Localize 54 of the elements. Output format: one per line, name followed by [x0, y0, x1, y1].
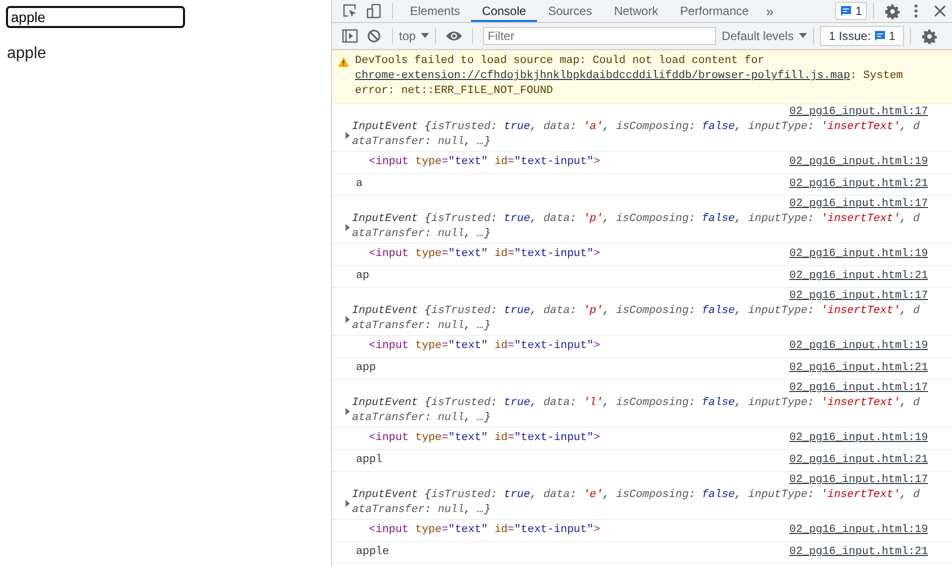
element-node[interactable]: <input type="text" id="text-input">: [369, 247, 600, 262]
element-node[interactable]: <input type="text" id="text-input">: [369, 155, 600, 170]
log-text: app: [356, 361, 376, 376]
panel-tab[interactable]: Performance: [669, 0, 760, 22]
more-tabs-button[interactable]: »: [760, 3, 780, 19]
output-text: apple: [7, 45, 48, 63]
expand-caret-icon[interactable]: [343, 314, 352, 324]
object-preview: InputEvent {isTrusted: true, data: 'p', isComposing: false, inputType: 'insertText', dataTransfer: null, …}: [352, 304, 920, 334]
source-link[interactable]: 02_pg16_input.html:21: [789, 269, 928, 284]
expand-caret-icon[interactable]: [343, 130, 352, 140]
source-link[interactable]: 02_pg16_input.html:19: [789, 431, 928, 446]
warning-message: DevTools failed to load source map: Could not load content for chrome-extension://cfhdojbkjhnklbpkdaibdccddilifddb/browser-polyfill.js.map: System error: net::ERR_FILE_NOT_FOUND: [355, 54, 904, 99]
caret-icon: [798, 33, 807, 39]
source-link[interactable]: 02_pg16_input.html:19: [789, 247, 928, 262]
text-input-field[interactable]: apple: [7, 7, 184, 27]
warning-icon: [338, 57, 349, 67]
object-preview: InputEvent {isTrusted: true, data: 'l', isComposing: false, inputType: 'insertText', dataTransfer: null, …}: [352, 396, 920, 426]
source-link[interactable]: 02_pg16_input.html:21: [789, 177, 928, 192]
source-link[interactable]: 02_pg16_input.html:21: [789, 361, 928, 376]
element-node[interactable]: <input type="text" id="text-input">: [369, 339, 600, 354]
source-link[interactable]: 02_pg16_input.html:21: [789, 453, 928, 468]
message-icon: [874, 30, 886, 42]
expand-caret-icon[interactable]: [343, 406, 352, 416]
element-node[interactable]: <input type="text" id="text-input">: [369, 523, 600, 538]
source-link[interactable]: 02_pg16_input.html:17: [789, 381, 928, 396]
panel-tab[interactable]: Network: [603, 0, 670, 22]
object-preview: InputEvent {isTrusted: true, data: 'e', isComposing: false, inputType: 'insertText', dataTransfer: null, …}: [352, 488, 920, 518]
caret-icon: [420, 33, 429, 39]
source-link[interactable]: 02_pg16_input.html:17: [789, 197, 928, 212]
context-dropdown[interactable]: top: [399, 29, 429, 43]
source-link[interactable]: 02_pg16_input.html:21: [789, 545, 928, 560]
source-link[interactable]: 02_pg16_input.html:19: [789, 523, 928, 538]
issues-button[interactable]: 1 Issue: 1: [820, 26, 904, 46]
filter-field[interactable]: Filter: [482, 27, 716, 45]
issues-badge[interactable]: 1: [835, 2, 867, 20]
panel-tab[interactable]: Sources: [537, 0, 604, 22]
object-preview: InputEvent {isTrusted: true, data: 'a', isComposing: false, inputType: 'insertText', dataTransfer: null, …}: [352, 120, 920, 150]
log-text: a: [356, 177, 363, 192]
levels-dropdown[interactable]: Default levels: [722, 29, 807, 43]
object-preview: InputEvent {isTrusted: true, data: 'p', isComposing: false, inputType: 'insertText', dataTransfer: null, …}: [352, 212, 920, 242]
expand-caret-icon[interactable]: [343, 222, 352, 232]
element-node[interactable]: <input type="text" id="text-input">: [369, 431, 600, 446]
source-link[interactable]: 02_pg16_input.html:17: [789, 105, 928, 120]
log-text: apple: [356, 545, 390, 560]
source-link[interactable]: 02_pg16_input.html:19: [789, 339, 928, 354]
source-map-link[interactable]: chrome-extension://cfhdojbkjhnklbpkdaibdccddilifddb/browser-polyfill.js.map: [355, 70, 850, 82]
source-link[interactable]: 02_pg16_input.html:17: [789, 473, 928, 488]
source-link[interactable]: 02_pg16_input.html:17: [789, 289, 928, 304]
panel-tab[interactable]: Elements: [399, 0, 472, 22]
log-text: appl: [356, 453, 382, 468]
source-link[interactable]: 02_pg16_input.html:19: [789, 155, 928, 170]
expand-caret-icon[interactable]: [343, 498, 352, 508]
log-text: ap: [356, 269, 370, 284]
message-icon: [840, 5, 852, 17]
